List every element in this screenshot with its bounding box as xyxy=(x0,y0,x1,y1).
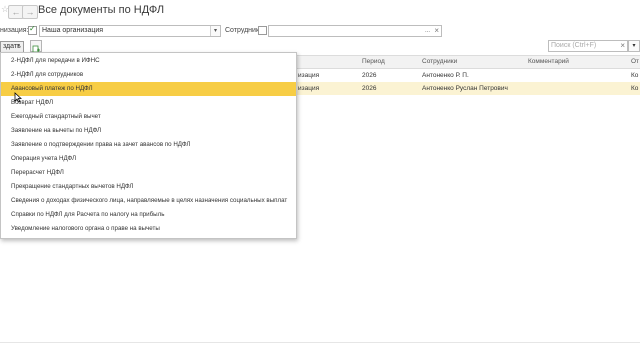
employee-field[interactable]: ... × xyxy=(268,25,442,37)
cell-organization: изация xyxy=(298,72,320,79)
menu-item[interactable]: 2-НДФЛ для сотрудников xyxy=(1,68,296,82)
organization-field[interactable]: Наша организация ▾ xyxy=(39,25,221,37)
search-placeholder: Поиск (Ctrl+F) xyxy=(551,42,597,49)
search-options-icon[interactable]: ▾ xyxy=(628,40,640,52)
menu-item[interactable]: Перерасчет НДФЛ xyxy=(1,166,296,180)
cell-responsible: Ко xyxy=(631,85,639,92)
organization-value: Наша организация xyxy=(42,27,104,34)
create-menu: 2-НДФЛ для передачи в ИФНС 2-НДФЛ для со… xyxy=(0,52,297,239)
cell-organization: изация xyxy=(298,85,320,92)
cell-period: 2026 xyxy=(362,72,377,79)
page-title: Все документы по НДФЛ xyxy=(38,4,165,16)
cell-period: 2026 xyxy=(362,85,377,92)
menu-item[interactable]: Операция учета НДФЛ xyxy=(1,152,296,166)
select-button[interactable]: ... xyxy=(425,26,430,36)
menu-item[interactable]: Заявление о подтверждении права на зачет… xyxy=(1,138,296,152)
menu-item[interactable]: Справки по НДФЛ для Расчета по налогу на… xyxy=(1,208,296,222)
employee-checkbox[interactable] xyxy=(258,26,267,35)
clear-icon[interactable]: × xyxy=(434,26,439,36)
menu-item[interactable]: Заявление на вычеты по НДФЛ xyxy=(1,124,296,138)
search-input[interactable]: Поиск (Ctrl+F) × xyxy=(548,40,628,52)
organization-checkbox[interactable] xyxy=(28,24,37,35)
cell-employees: Антоненко Руслан Петрович xyxy=(422,85,508,92)
search-clear-icon[interactable]: × xyxy=(620,41,625,51)
employee-label: Сотрудник: xyxy=(225,27,261,34)
column-period[interactable]: Период xyxy=(362,58,385,65)
column-employees[interactable]: Сотрудники xyxy=(422,58,457,65)
menu-item[interactable]: Возврат НДФЛ xyxy=(1,96,296,110)
cell-employees: Антоненко Р. П. xyxy=(422,72,469,79)
menu-item[interactable]: Уведомление налогового органа о праве на… xyxy=(1,222,296,236)
bottom-divider xyxy=(0,342,640,343)
create-dropdown-icon[interactable]: ▾ xyxy=(17,42,20,49)
menu-item[interactable]: Прекращение стандартных вычетов НДФЛ xyxy=(1,180,296,194)
organization-label: низация: xyxy=(0,27,29,34)
menu-item-highlighted[interactable]: Авансовый платеж по НДФЛ xyxy=(1,82,296,96)
menu-item[interactable]: 2-НДФЛ для передачи в ИФНС xyxy=(1,54,296,68)
cell-responsible: Ко xyxy=(631,72,639,79)
menu-item[interactable]: Сведения о доходах физического лица, нап… xyxy=(1,194,296,208)
forward-button[interactable]: → xyxy=(22,5,38,19)
chevron-down-icon[interactable]: ▾ xyxy=(210,26,220,36)
document-add-icon[interactable] xyxy=(30,40,42,53)
menu-item[interactable]: Ежегодный стандартный вычет xyxy=(1,110,296,124)
column-responsible[interactable]: От xyxy=(631,58,639,65)
pointer-cursor-icon xyxy=(14,90,23,108)
column-comment[interactable]: Комментарий xyxy=(528,58,569,65)
